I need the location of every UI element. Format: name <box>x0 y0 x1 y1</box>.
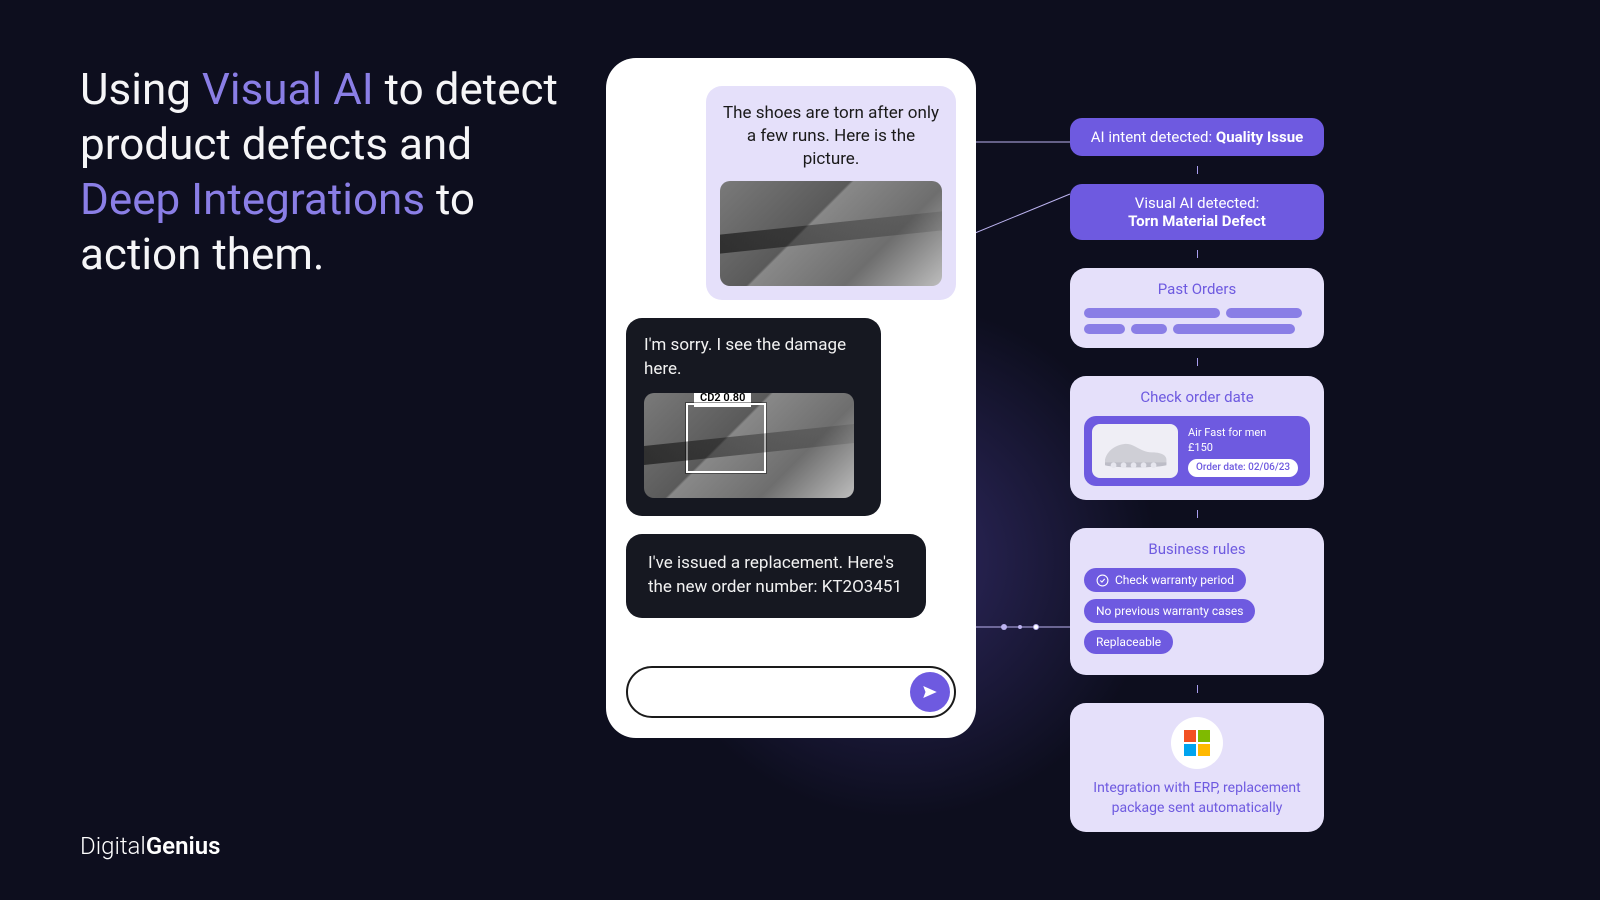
connector-vline <box>1197 358 1198 366</box>
rule-pill-3: Replaceable <box>1084 630 1173 654</box>
chat-input[interactable] <box>626 666 956 718</box>
intent-prefix: AI intent detected: <box>1091 128 1216 146</box>
brand-bold: Genius <box>146 832 221 860</box>
check-order-title: Check order date <box>1084 388 1310 406</box>
headline: Using Visual AI to detect product defect… <box>80 62 580 282</box>
user-message-bubble: The shoes are torn after only a few runs… <box>706 86 956 300</box>
send-button[interactable] <box>910 672 950 712</box>
order-card: Air Fast for men £150 Order date: 02/06/… <box>1084 416 1310 486</box>
brand-light: Digital <box>80 832 146 860</box>
agent-message-bubble-1: I'm sorry. I see the damage here. CD2 0.… <box>626 318 881 517</box>
rule-1-text: Check warranty period <box>1115 573 1234 587</box>
check-order-panel: Check order date Air Fast for men £150 O… <box>1070 376 1324 500</box>
headline-text-1: Using <box>80 63 202 115</box>
rule-2-text: No previous warranty cases <box>1096 604 1243 618</box>
rule-pill-2: No previous warranty cases <box>1084 599 1255 623</box>
headline-accent-2: Deep Integrations <box>80 173 425 225</box>
past-orders-panel: Past Orders <box>1070 268 1324 348</box>
user-message-text: The shoes are torn after only a few runs… <box>720 102 942 171</box>
agent-message-2-text: I've issued a replacement. Here's the ne… <box>648 553 902 597</box>
connector-vline <box>1197 166 1198 174</box>
agent-detection-image: CD2 0.80 <box>644 393 854 498</box>
order-date-pill: Order date: 02/06/23 <box>1188 459 1298 477</box>
phone-mockup: The shoes are torn after only a few runs… <box>606 58 976 738</box>
business-rules-title: Business rules <box>1084 540 1310 558</box>
product-name: Air Fast for men <box>1188 425 1298 440</box>
agent-message-bubble-2: I've issued a replacement. Here's the ne… <box>626 534 926 618</box>
connector-vline <box>1197 510 1198 518</box>
visual-ai-line2: Torn Material Defect <box>1086 212 1308 230</box>
intent-value: Quality Issue <box>1216 128 1303 146</box>
agent-message-1-text: I'm sorry. I see the damage here. <box>644 334 863 382</box>
user-uploaded-image <box>720 181 942 286</box>
brand-logo: DigitalGenius <box>80 832 220 860</box>
connector-vline <box>1197 250 1198 258</box>
product-price: £150 <box>1188 440 1298 455</box>
workflow-column: AI intent detected: Quality Issue Visual… <box>1070 118 1324 832</box>
past-orders-title: Past Orders <box>1084 280 1310 298</box>
business-rules-panel: Business rules Check warranty period No … <box>1070 528 1324 675</box>
check-circle-icon <box>1096 574 1109 587</box>
product-thumbnail <box>1092 424 1178 478</box>
detection-bounding-box <box>686 403 766 473</box>
microsoft-logo-icon <box>1171 717 1223 769</box>
headline-accent-1: Visual AI <box>202 63 374 115</box>
past-orders-placeholder-bars <box>1084 308 1310 334</box>
connector-vline <box>1197 685 1198 693</box>
erp-integration-panel: Integration with ERP, replacement packag… <box>1070 703 1324 832</box>
rule-pill-1: Check warranty period <box>1084 568 1246 592</box>
rule-3-text: Replaceable <box>1096 635 1161 649</box>
visual-ai-line1: Visual AI detected: <box>1086 194 1308 212</box>
shoe-icon <box>1098 431 1172 471</box>
send-icon <box>921 683 939 701</box>
visual-ai-chip: Visual AI detected: Torn Material Defect <box>1070 184 1324 240</box>
intent-chip: AI intent detected: Quality Issue <box>1070 118 1324 156</box>
erp-text: Integration with ERP, replacement packag… <box>1084 779 1310 818</box>
